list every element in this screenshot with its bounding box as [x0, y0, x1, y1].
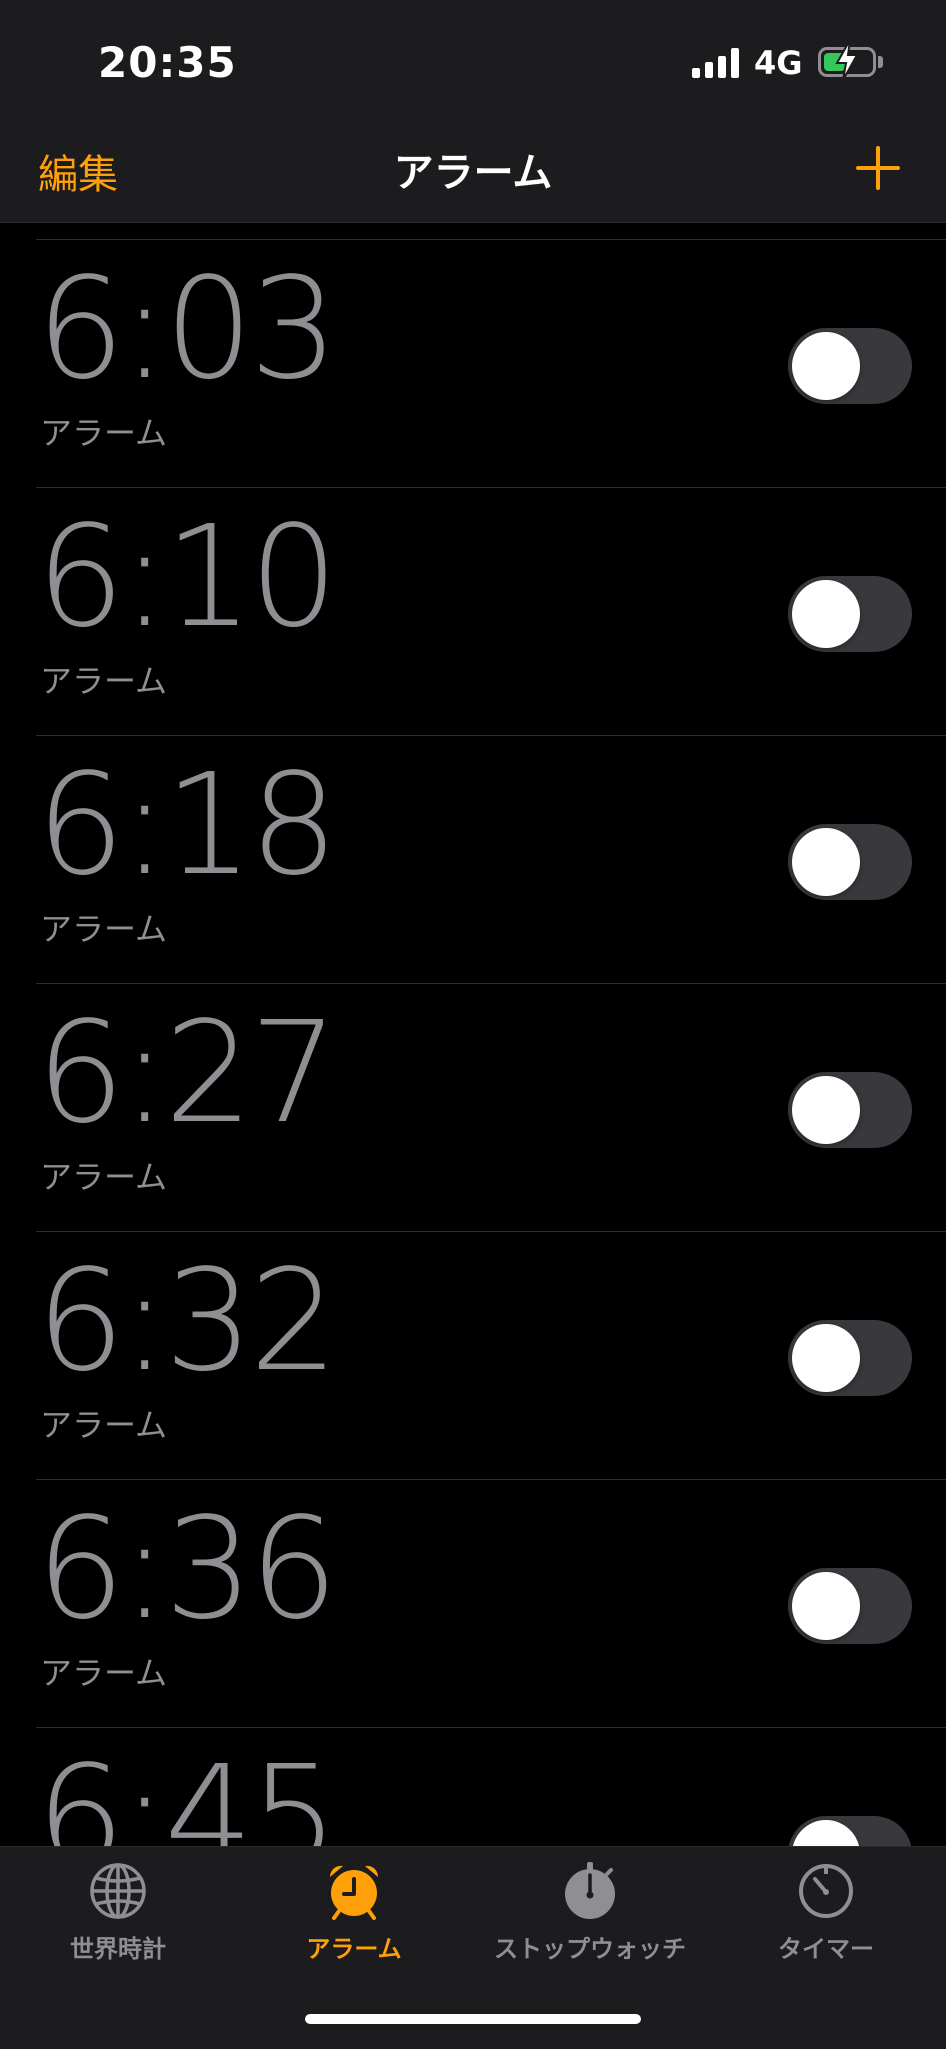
alarm-label: アラーム [40, 1654, 168, 1692]
tab-timer[interactable]: タイマー [708, 1861, 944, 1981]
alarm-row[interactable]: 6:32 アラーム [0, 1232, 946, 1480]
toggle-knob [792, 1820, 860, 1846]
tab-world-clock[interactable]: 世界時計 [0, 1861, 236, 1981]
alarm-time: 6:32 [36, 1240, 338, 1403]
alarm-time: 6:45 [36, 1736, 338, 1847]
toggle-knob [792, 1324, 860, 1392]
tab-stopwatch[interactable]: ストップウォッチ [472, 1861, 708, 1981]
toggle-knob [792, 1572, 860, 1640]
alarm-toggle[interactable] [788, 328, 912, 404]
alarm-time: 6:10 [36, 496, 338, 659]
timer-icon [799, 1864, 853, 1918]
alarm-toggle[interactable] [788, 576, 912, 652]
network-type: 4G [754, 44, 803, 82]
alarm-label: アラーム [40, 662, 168, 700]
alarm-toggle[interactable] [788, 824, 912, 900]
tab-label: アラーム [306, 1935, 402, 1963]
alarm-toggle[interactable] [788, 1320, 912, 1396]
toggle-knob [792, 580, 860, 648]
charging-bolt-icon [835, 39, 859, 81]
cellular-signal-icon [692, 48, 740, 78]
battery-cap [878, 56, 883, 68]
tab-label: ストップウォッチ [494, 1935, 686, 1963]
globe-icon [90, 1863, 146, 1919]
alarm-toggle[interactable] [788, 1568, 912, 1644]
plus-icon[interactable] [856, 146, 900, 190]
alarm-toggle[interactable] [788, 1072, 912, 1148]
alarm-row[interactable]: 6:18 アラーム [0, 736, 946, 984]
alarm-time: 6:18 [36, 744, 338, 907]
alarm-label: アラーム [40, 1406, 168, 1444]
tab-label: タイマー [778, 1935, 874, 1963]
alarm-label: アラーム [40, 414, 168, 452]
alarm-row[interactable]: 6:27 アラーム [0, 984, 946, 1232]
alarm-row[interactable]: 6:45アラーム [0, 1728, 946, 1846]
status-time: 20:35 [98, 38, 237, 87]
page-title: アラーム [393, 150, 553, 196]
alarm-label: アラーム [40, 1158, 168, 1196]
home-indicator[interactable] [305, 2014, 641, 2024]
alarm-row[interactable]: 6:36 アラーム [0, 1480, 946, 1728]
navigation-bar: 編集 アラーム [0, 130, 946, 223]
alarm-time: 6:03 [36, 248, 338, 411]
alarm-label: アラーム [40, 910, 168, 948]
alarm-row[interactable]: 6:10 アラーム [0, 488, 946, 736]
tab-label: 世界時計 [70, 1935, 166, 1963]
tab-alarm[interactable]: アラーム [236, 1861, 472, 1981]
stopwatch-icon [565, 1862, 615, 1919]
alarm-time: 6:36 [36, 1488, 338, 1651]
toggle-knob [792, 828, 860, 896]
status-bar: 20:35 4G [0, 0, 946, 130]
toggle-knob [792, 1076, 860, 1144]
alarm-row[interactable]: 6:03 アラーム [0, 240, 946, 488]
alarm-toggle[interactable] [788, 1816, 912, 1846]
alarm-time: 6:27 [36, 992, 338, 1155]
alarm-list[interactable]: 6:03 アラーム 6:10 アラーム 6:18 アラーム 6:27 アラーム 6:32 アラーム… [0, 222, 946, 1846]
toggle-knob [792, 332, 860, 400]
alarm-clock-icon [329, 1865, 379, 1920]
